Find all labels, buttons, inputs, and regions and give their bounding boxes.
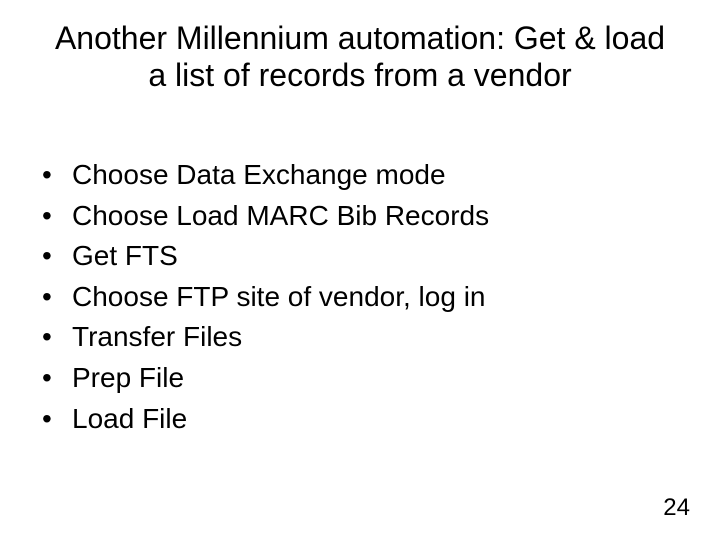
list-item: • Choose Load MARC Bib Records [40, 196, 660, 237]
list-item: • Load File [40, 399, 660, 440]
page-number: 24 [663, 494, 690, 522]
list-item: • Choose Data Exchange mode [40, 155, 660, 196]
bullet-text: Choose FTP site of vendor, log in [72, 277, 486, 318]
bullet-text: Choose Load MARC Bib Records [72, 196, 489, 237]
bullet-text: Transfer Files [72, 317, 242, 358]
bullet-text: Get FTS [72, 236, 178, 277]
bullet-text: Choose Data Exchange mode [72, 155, 446, 196]
bullet-icon: • [40, 358, 72, 399]
list-item: • Get FTS [40, 236, 660, 277]
bullet-icon: • [40, 236, 72, 277]
bullet-icon: • [40, 196, 72, 237]
bullet-icon: • [40, 399, 72, 440]
bullet-text: Prep File [72, 358, 184, 399]
bullet-icon: • [40, 317, 72, 358]
bullet-icon: • [40, 277, 72, 318]
slide-title: Another Millennium automation: Get & loa… [50, 20, 670, 94]
list-item: • Prep File [40, 358, 660, 399]
slide: Another Millennium automation: Get & loa… [0, 0, 720, 540]
bullet-list: • Choose Data Exchange mode • Choose Loa… [40, 155, 660, 439]
list-item: • Transfer Files [40, 317, 660, 358]
list-item: • Choose FTP site of vendor, log in [40, 277, 660, 318]
bullet-icon: • [40, 155, 72, 196]
bullet-text: Load File [72, 399, 187, 440]
